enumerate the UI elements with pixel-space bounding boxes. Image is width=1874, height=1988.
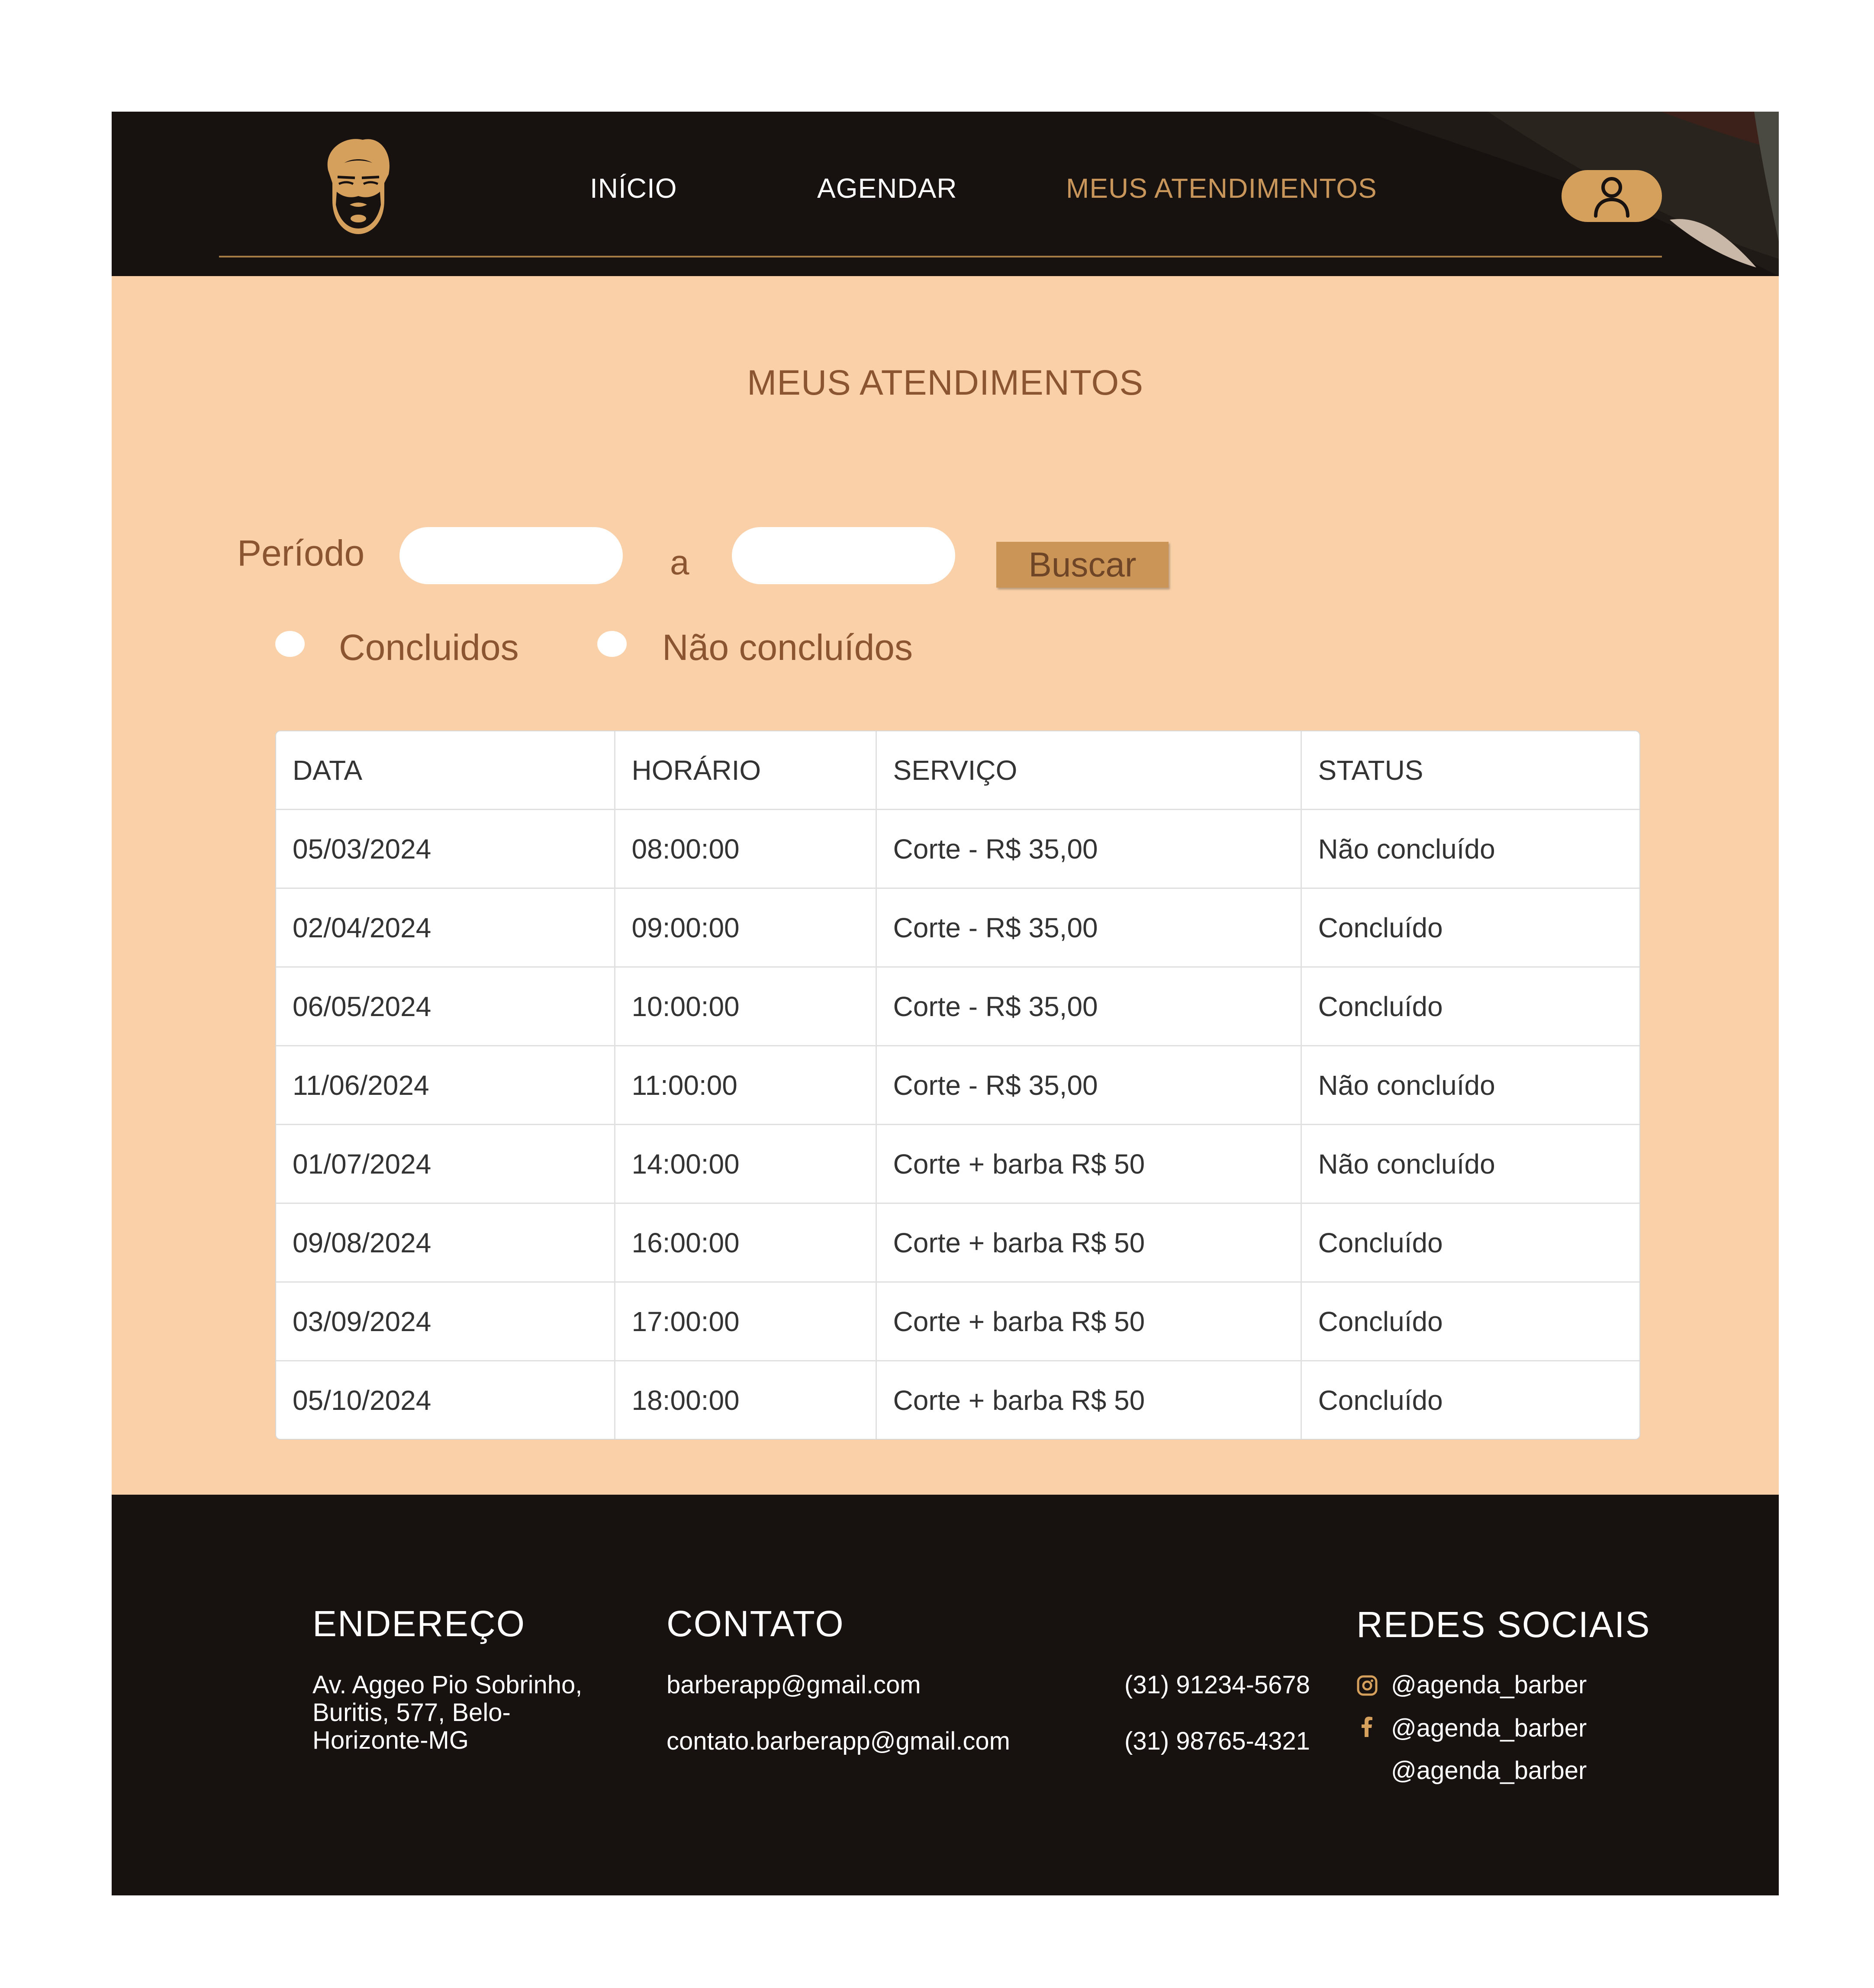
social-handle-instagram[interactable]: @agenda_barber bbox=[1391, 1671, 1587, 1699]
table-row: 02/04/2024 09:00:00 Corte - R$ 35,00 Con… bbox=[276, 888, 1639, 968]
header: INÍCIO AGENDAR MEUS ATENDIMENTOS bbox=[112, 112, 1779, 276]
main-content: MEUS ATENDIMENTOS Período a Buscar Concl… bbox=[112, 276, 1779, 1495]
nav-inicio[interactable]: INÍCIO bbox=[590, 172, 677, 204]
cell-date: 01/07/2024 bbox=[276, 1124, 615, 1204]
address-text: Av. Aggeo Pio Sobrinho, Buritis, 577, Be… bbox=[312, 1671, 583, 1754]
cell-time: 09:00:00 bbox=[615, 888, 877, 968]
cell-status: Concluído bbox=[1318, 1384, 1443, 1416]
social-handle-facebook[interactable]: @agenda_barber bbox=[1391, 1715, 1587, 1742]
cell-date: 02/04/2024 bbox=[276, 888, 615, 968]
cell-service: Corte + barba R$ 50 bbox=[876, 1124, 1302, 1204]
cell-status: Concluído bbox=[1301, 1203, 1639, 1283]
period-label: Período bbox=[237, 533, 365, 573]
cell-service: Corte - R$ 35,00 bbox=[876, 888, 1302, 968]
radio-concluidos[interactable] bbox=[275, 631, 305, 657]
column-header-status: STATUS bbox=[1301, 731, 1639, 810]
contact-email[interactable]: barberapp@gmail.com bbox=[667, 1671, 921, 1699]
footer: ENDEREÇO Av. Aggeo Pio Sobrinho, Buritis… bbox=[112, 1495, 1779, 1895]
cell-time: 11:00:00 bbox=[615, 1045, 877, 1125]
cell-status: Concluído bbox=[1301, 967, 1639, 1046]
table-row: 01/07/2024 14:00:00 Corte + barba R$ 50 … bbox=[276, 1124, 1639, 1204]
page-title: MEUS ATENDIMENTOS bbox=[747, 363, 1144, 402]
radio-concluidos-label[interactable]: Concluidos bbox=[339, 627, 519, 669]
cell-service: Corte - R$ 35,00 bbox=[876, 1045, 1302, 1125]
cell-status: Concluído bbox=[1301, 1282, 1639, 1361]
table-row: 05/03/2024 08:00:00 Corte - R$ 35,00 Não… bbox=[276, 809, 1639, 889]
cell-time: 17:00:00 bbox=[615, 1282, 877, 1361]
cell-service: Corte + barba R$ 50 bbox=[876, 1203, 1302, 1283]
cell-date: 03/09/2024 bbox=[276, 1282, 615, 1361]
contact-email[interactable]: contato.barberapp@gmail.com bbox=[667, 1727, 1010, 1755]
header-divider bbox=[219, 256, 1662, 257]
address-heading: ENDEREÇO bbox=[312, 1603, 526, 1644]
user-icon bbox=[1594, 177, 1629, 218]
search-button[interactable]: Buscar bbox=[996, 542, 1169, 588]
radio-nao-concluidos[interactable] bbox=[597, 631, 627, 657]
period-end-input[interactable] bbox=[732, 527, 955, 584]
table-header-row: DATA HORÁRIO SERVIÇO STATUS bbox=[276, 731, 1639, 810]
contact-heading: CONTATO bbox=[667, 1603, 844, 1644]
social-handle[interactable]: @agenda_barber bbox=[1391, 1757, 1587, 1785]
social-heading: REDES SOCIAIS bbox=[1356, 1604, 1651, 1645]
cell-status: Não concluído bbox=[1301, 1045, 1639, 1125]
cell-date: 05/03/2024 bbox=[276, 809, 615, 889]
cell-date: 09/08/2024 bbox=[276, 1203, 615, 1283]
cell-service: Corte - R$ 35,00 bbox=[876, 809, 1302, 889]
cell-date: 05/10/2024 bbox=[276, 1361, 615, 1439]
nav-meus-atendimentos[interactable]: MEUS ATENDIMENTOS bbox=[1066, 172, 1377, 204]
cell-status: Não concluído bbox=[1301, 809, 1639, 889]
table-row: 11/06/2024 11:00:00 Corte - R$ 35,00 Não… bbox=[276, 1045, 1639, 1125]
page-frame: INÍCIO AGENDAR MEUS ATENDIMENTOS MEUS AT… bbox=[112, 112, 1779, 1895]
cell-time: 18:00:00 bbox=[615, 1361, 877, 1439]
period-start-input[interactable] bbox=[399, 527, 623, 584]
cell-time: 16:00:00 bbox=[615, 1203, 877, 1283]
period-separator: a bbox=[670, 543, 689, 582]
cell-date: 11/06/2024 bbox=[276, 1045, 615, 1125]
cell-date: 06/05/2024 bbox=[276, 967, 615, 1046]
cell-service: Corte + barba R$ 50 bbox=[876, 1282, 1302, 1361]
cell-time: 14:00:00 bbox=[615, 1124, 877, 1204]
contact-phone[interactable]: (31) 98765-4321 bbox=[1124, 1727, 1310, 1755]
contact-phone[interactable]: (31) 91234-5678 bbox=[1124, 1671, 1310, 1699]
bearded-man-icon[interactable] bbox=[319, 135, 397, 235]
cell-time: 10:00:00 bbox=[615, 967, 877, 1046]
radio-nao-concluidos-label[interactable]: Não concluídos bbox=[662, 627, 913, 669]
instagram-icon[interactable] bbox=[1356, 1675, 1378, 1696]
appointments-table: DATA HORÁRIO SERVIÇO STATUS 05/03/2024 0… bbox=[275, 730, 1640, 1440]
cell-status: Concluído bbox=[1301, 888, 1639, 968]
column-header-horario: HORÁRIO bbox=[615, 731, 877, 810]
facebook-icon[interactable] bbox=[1356, 1716, 1378, 1738]
column-header-data: DATA bbox=[276, 731, 615, 810]
cell-status: Não concluído bbox=[1301, 1124, 1639, 1204]
nav-agendar[interactable]: AGENDAR bbox=[817, 172, 957, 204]
profile-button[interactable] bbox=[1562, 170, 1662, 222]
table-row: 05/10/2024 18:00:00 Corte + barba R$ 50 … bbox=[276, 1361, 1639, 1439]
table-row: 06/05/2024 10:00:00 Corte - R$ 35,00 Con… bbox=[276, 967, 1639, 1046]
cell-time: 08:00:00 bbox=[615, 809, 877, 889]
cell-service: Corte - R$ 35,00 bbox=[876, 967, 1302, 1046]
table-row: 03/09/2024 17:00:00 Corte + barba R$ 50 … bbox=[276, 1282, 1639, 1361]
table-row: 09/08/2024 16:00:00 Corte + barba R$ 50 … bbox=[276, 1203, 1639, 1283]
cell-service: Corte + barba R$ 50 bbox=[876, 1361, 1302, 1439]
column-header-servico: SERVIÇO bbox=[876, 731, 1302, 810]
